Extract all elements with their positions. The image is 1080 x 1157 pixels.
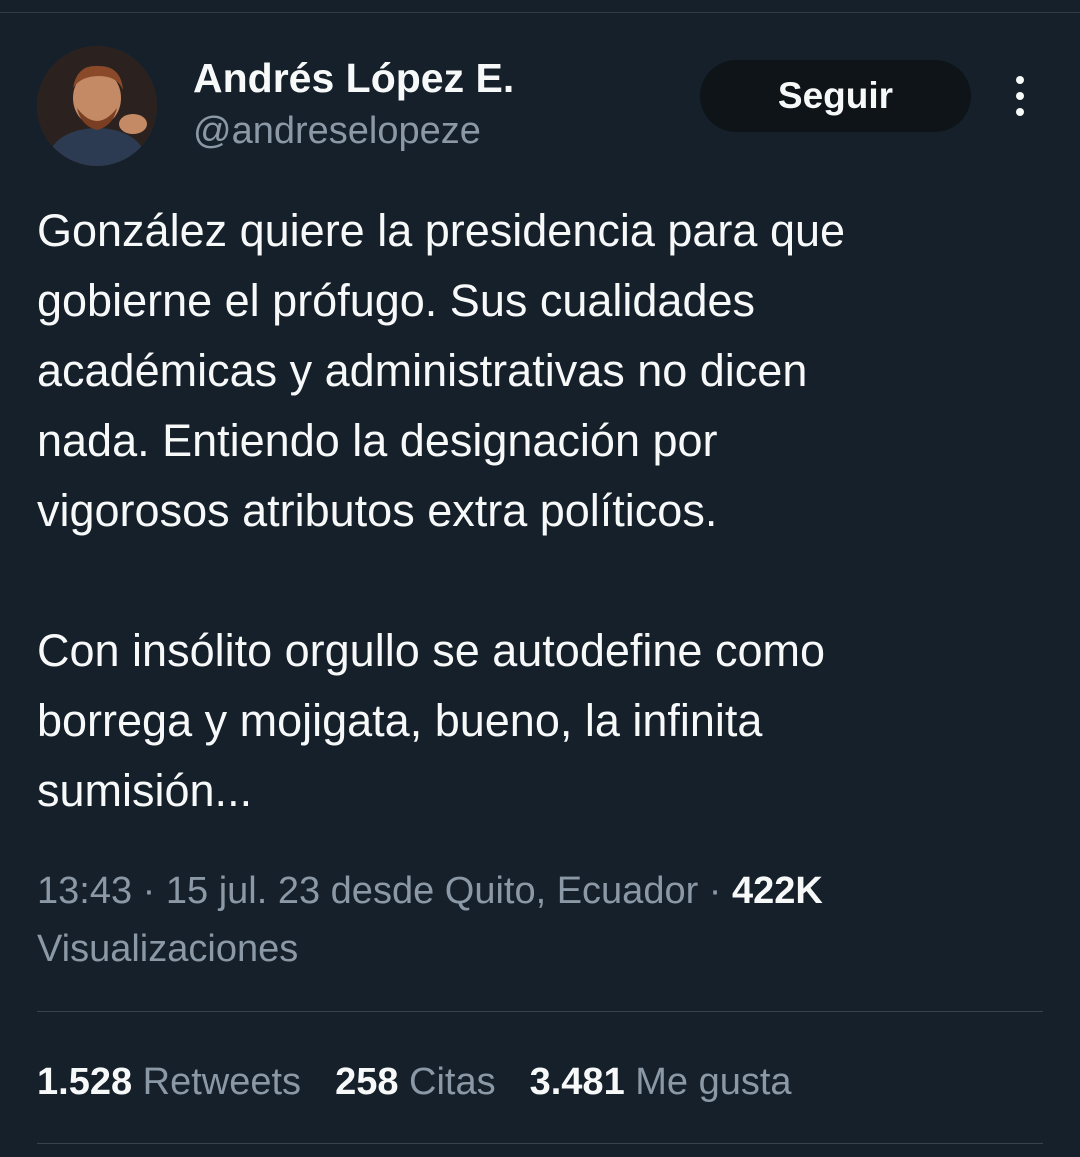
more-vertical-icon[interactable]	[1008, 74, 1032, 118]
views-count: 422K	[732, 870, 823, 912]
avatar-image	[37, 46, 157, 166]
avatar[interactable]	[37, 46, 157, 166]
tweet-meta: 13:43 · 15 jul. 23 desde Quito, Ecuador …	[37, 870, 823, 970]
likes-count: 3.481	[529, 1061, 625, 1103]
retweets-label: Retweets	[142, 1061, 302, 1103]
header-divider	[0, 0, 1080, 13]
author-handle[interactable]: @andreselopeze	[193, 108, 481, 154]
likes-label: Me gusta	[635, 1061, 792, 1103]
engagement-stats: 1.528 Retweets 258 Citas 3.481 Me gusta	[37, 1052, 826, 1112]
follow-button[interactable]: Seguir	[700, 60, 971, 132]
quotes-stat[interactable]: 258 Citas	[335, 1061, 496, 1103]
stats-bottom-divider	[37, 1143, 1043, 1144]
quotes-label: Citas	[409, 1061, 496, 1103]
retweets-stat[interactable]: 1.528 Retweets	[37, 1061, 301, 1103]
tweet-date[interactable]: 15 jul. 23	[166, 870, 320, 912]
views-label: Visualizaciones	[37, 928, 299, 970]
tweet-time[interactable]: 13:43	[37, 870, 132, 912]
tweet-location: desde Quito, Ecuador	[330, 870, 699, 912]
likes-stat[interactable]: 3.481 Me gusta	[530, 1061, 792, 1103]
retweets-count: 1.528	[37, 1061, 133, 1103]
quotes-count: 258	[335, 1061, 399, 1103]
stats-top-divider	[37, 1011, 1043, 1012]
tweet-text: González quiere la presidencia para que …	[37, 205, 846, 816]
author-name[interactable]: Andrés López E.	[193, 54, 514, 102]
